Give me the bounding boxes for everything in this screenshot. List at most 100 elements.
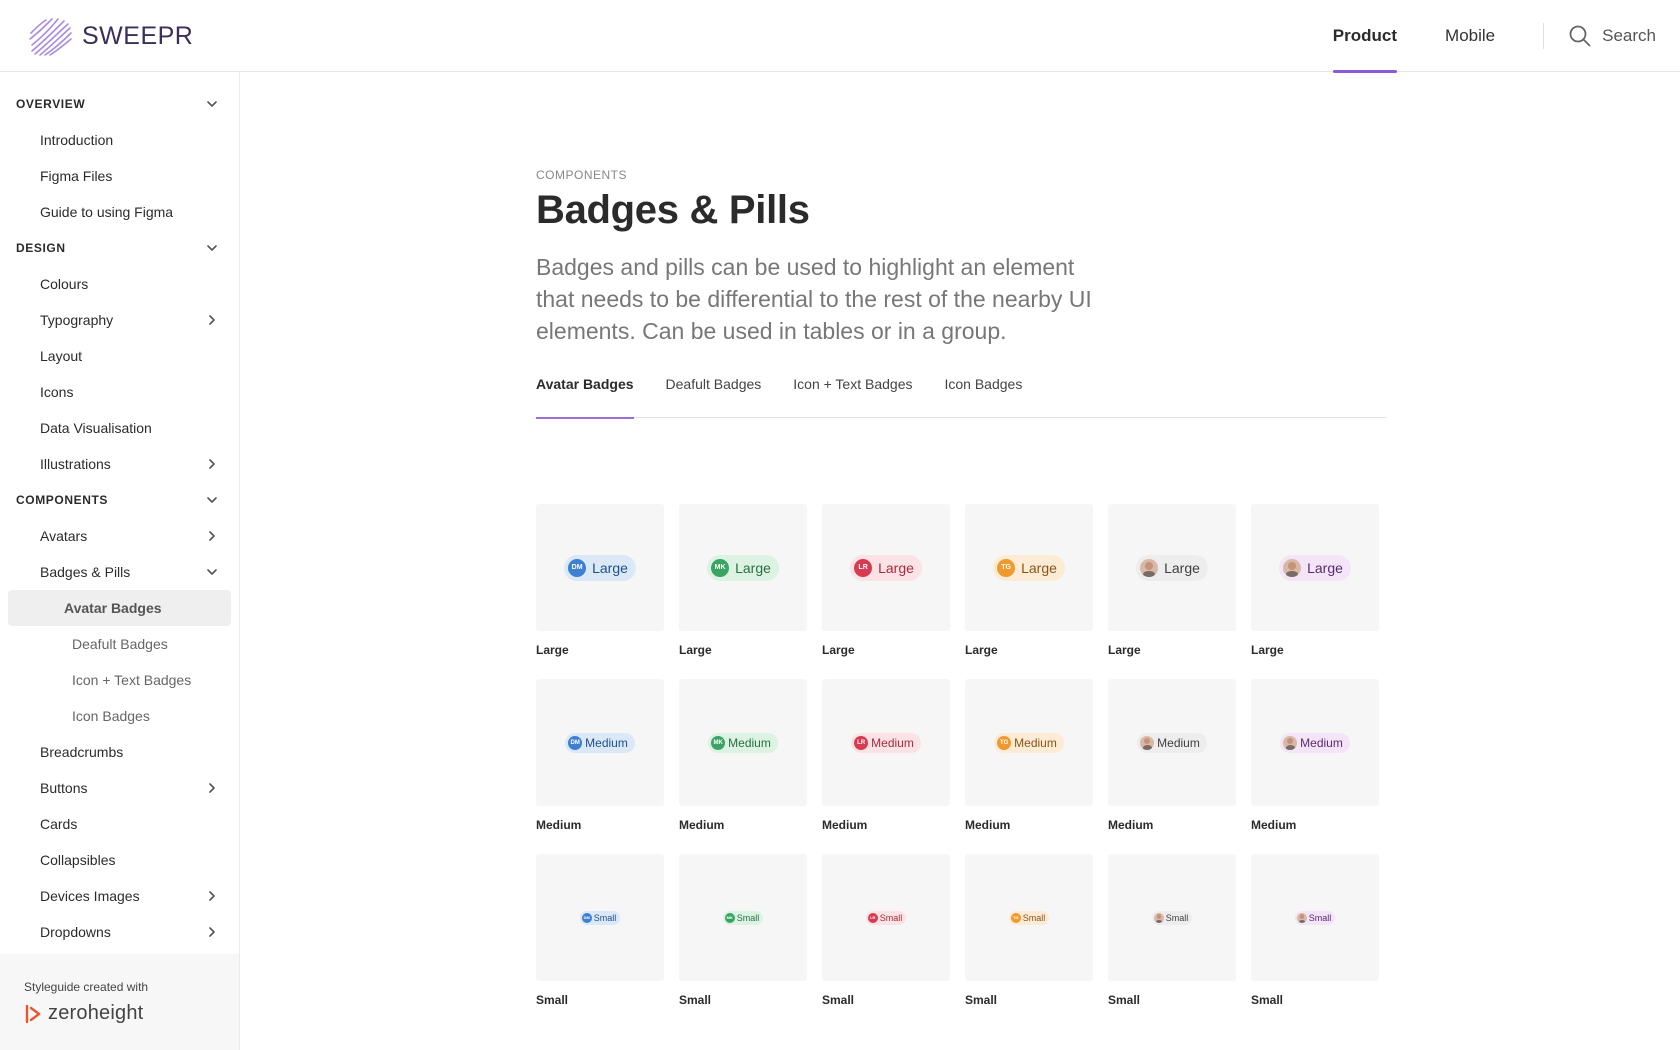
chevron-right-icon[interactable]: [205, 781, 219, 795]
badge-caption: Medium: [1108, 818, 1154, 832]
chevron-right-icon[interactable]: [205, 889, 219, 903]
avatar-badge[interactable]: MK Large: [707, 554, 779, 581]
badge-label: Medium: [871, 735, 914, 750]
badge-caption: Medium: [822, 818, 868, 832]
tab-icon-badges[interactable]: Icon Badges: [944, 376, 1022, 418]
topnav-product[interactable]: Product: [1332, 0, 1398, 73]
chevron-right-icon[interactable]: [205, 529, 219, 543]
nav-section[interactable]: DESIGN: [0, 230, 239, 266]
badge-example: MK Medium Medium: [679, 679, 807, 854]
sidebar: OVERVIEW Introduction Figma Files Guide to …: [0, 72, 240, 1050]
nav-section[interactable]: OVERVIEW: [0, 86, 239, 122]
nav-item[interactable]: Buttons: [0, 770, 239, 806]
avatar-badge[interactable]: MK Medium: [708, 732, 778, 753]
nav-item-label: Illustrations: [40, 456, 111, 472]
badge-example: DM Small Small: [536, 854, 664, 1029]
nav-item[interactable]: Introduction: [0, 122, 239, 158]
avatar-initials: TG: [997, 735, 1012, 750]
avatar-initials: MK: [711, 735, 726, 750]
nav-item-label: Cards: [40, 816, 78, 832]
nav-subitem[interactable]: Deafult Badges: [8, 626, 231, 662]
badge-example: LR Small Small: [822, 854, 950, 1029]
nav-subitem-label: Deafult Badges: [72, 636, 168, 652]
nav-item[interactable]: Data Visualisation: [0, 410, 239, 446]
nav-item-label: Figma Files: [40, 168, 113, 184]
zeroheight-logo-icon: [25, 1004, 41, 1023]
avatar-initials: MK: [724, 912, 735, 923]
search-label: Search: [1602, 26, 1656, 45]
nav-section-label: DESIGN: [16, 241, 66, 255]
nav-subitem[interactable]: Icon + Text Badges: [8, 662, 231, 698]
nav-item[interactable]: Breadcrumbs: [0, 734, 239, 770]
nav-item[interactable]: Typography: [0, 302, 239, 338]
avatar-badge[interactable]: LR Large: [850, 554, 922, 581]
nav-item[interactable]: Collapsibles: [0, 842, 239, 878]
avatar-badge[interactable]: TG Large: [993, 554, 1065, 581]
avatar-badge[interactable]: Medium: [1280, 732, 1350, 753]
avatar-badge[interactable]: DM Small: [579, 910, 621, 925]
badge-label: Large: [1164, 559, 1200, 576]
tab-icon-text-badges[interactable]: Icon + Text Badges: [793, 376, 912, 418]
avatar-badge[interactable]: LR Small: [865, 910, 907, 925]
nav-item[interactable]: Guide to using Figma: [0, 194, 239, 230]
nav-item[interactable]: Badges & Pills: [0, 554, 239, 590]
nav-item[interactable]: Illustrations: [0, 446, 239, 482]
nav-item-label: Typography: [40, 312, 114, 328]
search-button[interactable]: Search: [1568, 24, 1656, 48]
top-header: SWEEPR Product Mobile Search: [0, 0, 1680, 73]
chevron-down-icon[interactable]: [205, 97, 219, 111]
nav-item[interactable]: Colours: [0, 266, 239, 302]
topnav-mobile[interactable]: Mobile: [1445, 0, 1495, 72]
avatar-photo: [1283, 558, 1302, 577]
chevron-down-icon[interactable]: [205, 565, 219, 579]
topnav-divider: [1543, 23, 1545, 49]
badge-example: TG Large Large: [965, 504, 1093, 679]
tab-avatar-badges[interactable]: Avatar Badges: [536, 376, 634, 419]
badge-example: DM Large Large: [536, 504, 664, 679]
nav-item[interactable]: Icons: [0, 374, 239, 410]
nav-item-label: Avatars: [40, 528, 88, 544]
nav-section[interactable]: COMPONENTS: [0, 482, 239, 518]
nav-item[interactable]: Dropdowns: [0, 914, 239, 950]
avatar-badge[interactable]: TG Small: [1008, 910, 1050, 925]
chevron-down-icon[interactable]: [205, 493, 219, 507]
nav-subitem[interactable]: Avatar Badges: [8, 590, 231, 626]
badge-example: Medium Medium: [1108, 679, 1236, 854]
tab-deafult-badges[interactable]: Deafult Badges: [666, 376, 762, 418]
nav-item[interactable]: Figma Files: [0, 158, 239, 194]
nav-item[interactable]: Layout: [0, 338, 239, 374]
badge-preview: Medium: [1108, 679, 1236, 806]
nav-item[interactable]: Avatars: [0, 518, 239, 554]
chevron-right-icon[interactable]: [205, 313, 219, 327]
badge-example: Medium Medium: [1251, 679, 1379, 854]
badge-preview: MK Large: [679, 504, 807, 631]
avatar-badge[interactable]: LR Medium: [851, 732, 921, 753]
chevron-right-icon[interactable]: [205, 925, 219, 939]
nav-subitem[interactable]: Icon Badges: [8, 698, 231, 734]
avatar-badge[interactable]: DM Medium: [565, 732, 635, 753]
avatar-badge[interactable]: Large: [1279, 554, 1351, 581]
avatar-badge[interactable]: MK Small: [722, 910, 764, 925]
badge-label: Medium: [728, 735, 771, 750]
chevron-right-icon[interactable]: [205, 457, 219, 471]
nav-section-label: COMPONENTS: [16, 493, 109, 507]
avatar-badge[interactable]: Large: [1136, 554, 1208, 581]
badge-label: Small: [1308, 912, 1332, 923]
nav-item[interactable]: Devices Images: [0, 878, 239, 914]
badge-label: Small: [1165, 912, 1189, 923]
avatar-initials: DM: [581, 912, 592, 923]
badge-caption: Large: [1108, 643, 1141, 657]
zeroheight-link[interactable]: zeroheight: [24, 1002, 215, 1025]
avatar-badge[interactable]: Small: [1294, 910, 1336, 925]
avatar-badge[interactable]: TG Medium: [994, 732, 1064, 753]
avatar-badge[interactable]: Medium: [1137, 732, 1207, 753]
badge-preview: TG Medium: [965, 679, 1093, 806]
avatar-badge[interactable]: DM Large: [564, 554, 636, 581]
sweepr-logo-icon: [29, 18, 72, 56]
nav-item[interactable]: Cards: [0, 806, 239, 842]
chevron-down-icon[interactable]: [205, 241, 219, 255]
main-content: COMPONENTS Badges & Pills Badges and pil…: [240, 72, 1680, 1050]
badge-preview: Medium: [1251, 679, 1379, 806]
brand-logo[interactable]: SWEEPR: [28, 14, 193, 58]
avatar-badge[interactable]: Small: [1151, 910, 1193, 925]
